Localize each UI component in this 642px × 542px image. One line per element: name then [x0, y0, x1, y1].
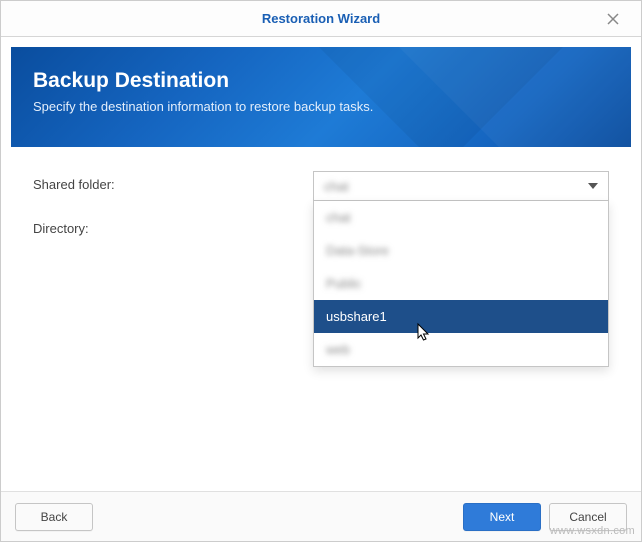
restoration-wizard-window: Restoration Wizard Backup Destination Sp… [0, 0, 642, 542]
dropdown-item[interactable]: Data-Store [314, 234, 608, 267]
banner-heading: Backup Destination [33, 69, 609, 93]
close-button[interactable] [595, 1, 631, 37]
shared-folder-dropdown: chat Data-Store Public usbshare1 [313, 201, 609, 367]
close-icon [607, 13, 619, 25]
window-title: Restoration Wizard [262, 11, 380, 26]
directory-label: Directory: [33, 215, 313, 236]
shared-folder-value: chat [324, 179, 349, 194]
dropdown-item-label: Data-Store [326, 243, 389, 258]
shared-folder-label: Shared folder: [33, 171, 313, 192]
banner: Backup Destination Specify the destinati… [11, 47, 631, 147]
footer: Back Next Cancel [1, 491, 641, 541]
shared-folder-control: chat chat Data-Store Public [313, 171, 609, 201]
titlebar: Restoration Wizard [1, 1, 641, 37]
dropdown-item-label: chat [326, 210, 351, 225]
cancel-button[interactable]: Cancel [549, 503, 627, 531]
form-area: Shared folder: chat chat Data-Store [11, 147, 631, 491]
banner-subheading: Specify the destination information to r… [33, 99, 609, 114]
dropdown-item[interactable]: Public [314, 267, 608, 300]
next-button[interactable]: Next [463, 503, 541, 531]
dropdown-item-label: web [326, 342, 350, 357]
dropdown-item[interactable]: web [314, 333, 608, 366]
back-button[interactable]: Back [15, 503, 93, 531]
dropdown-item-usbshare1[interactable]: usbshare1 [314, 300, 608, 333]
dropdown-item-label: Public [326, 276, 361, 291]
dropdown-item[interactable]: chat [314, 201, 608, 234]
footer-right: Next Cancel [463, 503, 627, 531]
shared-folder-select[interactable]: chat [313, 171, 609, 201]
dropdown-item-label: usbshare1 [326, 309, 387, 324]
shared-folder-row: Shared folder: chat chat Data-Store [33, 171, 609, 201]
content-area: Backup Destination Specify the destinati… [1, 37, 641, 491]
caret-down-icon [588, 183, 598, 189]
